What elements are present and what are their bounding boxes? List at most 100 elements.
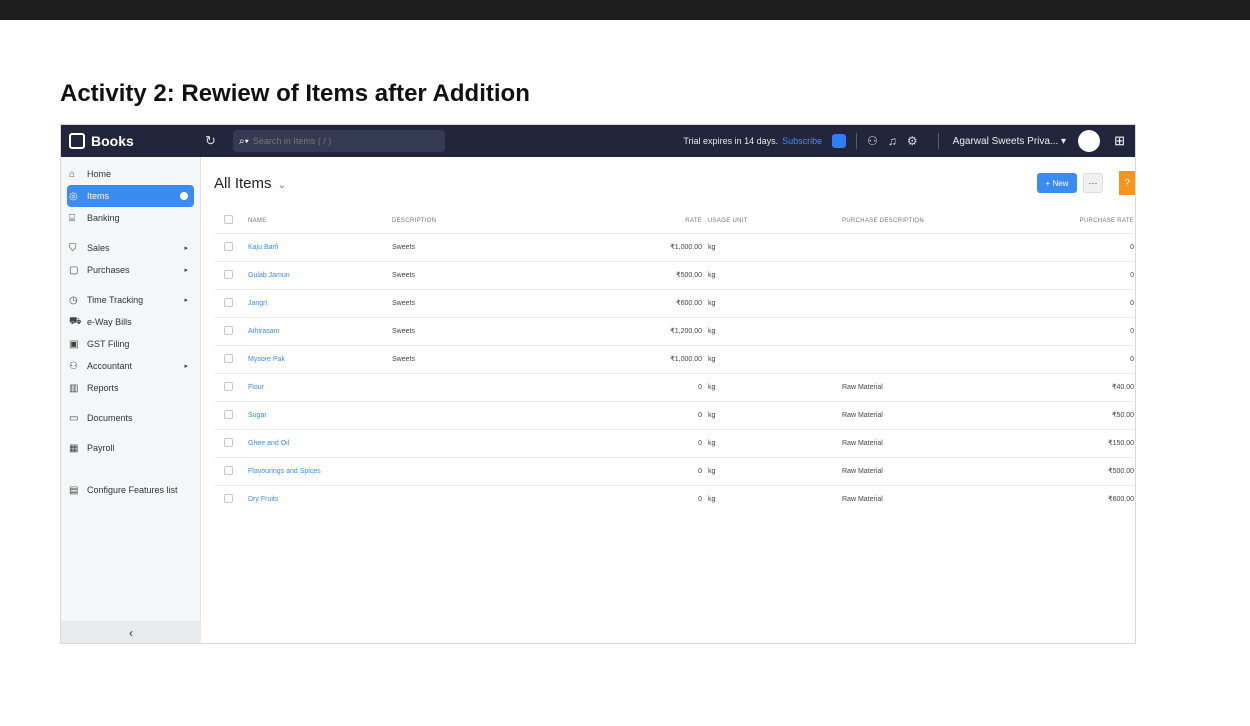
item-name-link[interactable]: Kaju Barfi bbox=[248, 232, 392, 261]
sidebar-item-gst-filing[interactable]: ▣ GST Filing bbox=[61, 333, 200, 355]
row-checkbox[interactable] bbox=[224, 297, 233, 307]
row-select-cell[interactable] bbox=[214, 484, 248, 513]
sidebar-item-sales[interactable]: ⛉ Sales ▸ bbox=[61, 237, 200, 259]
item-name-link[interactable]: Ghee and Oil bbox=[248, 428, 392, 457]
select-all-checkbox[interactable] bbox=[224, 215, 233, 225]
subscribe-link[interactable]: Subscribe bbox=[782, 136, 822, 146]
brand-name: Books bbox=[91, 133, 134, 149]
collapse-sidebar-button[interactable]: ‹ bbox=[61, 621, 201, 643]
column-header-name[interactable]: NAME bbox=[248, 209, 392, 233]
item-description bbox=[392, 484, 542, 513]
sidebar-item-purchases[interactable]: ▢ Purchases ▸ bbox=[61, 259, 200, 281]
sidebar-item-reports[interactable]: ▥ Reports bbox=[61, 377, 200, 399]
sidebar-item-label: GST Filing bbox=[87, 339, 130, 349]
sidebar-item-documents[interactable]: ▭ Documents bbox=[61, 407, 200, 429]
organization-switcher[interactable]: Agarwal Sweets Priva... ▾ bbox=[953, 136, 1066, 147]
item-name-link[interactable]: Sugar bbox=[248, 400, 392, 429]
item-name-link[interactable]: Flour bbox=[248, 372, 392, 401]
item-name-link[interactable]: Mysore Pak bbox=[248, 344, 392, 373]
table-row[interactable]: Mysore Pak Sweets ₹1,000.00 kg 0 bbox=[214, 344, 1134, 373]
header-divider bbox=[937, 133, 939, 149]
row-checkbox[interactable] bbox=[224, 269, 233, 279]
sidebar-item-label: Documents bbox=[87, 413, 133, 423]
column-header-usage-unit[interactable]: USAGE UNIT bbox=[702, 209, 842, 233]
row-checkbox[interactable] bbox=[224, 241, 233, 251]
select-all-header[interactable] bbox=[214, 209, 248, 233]
column-header-rate[interactable]: RATE bbox=[542, 209, 702, 233]
item-description: Sweets bbox=[392, 232, 542, 261]
search-input[interactable] bbox=[252, 136, 413, 146]
row-select-cell[interactable] bbox=[214, 316, 248, 345]
sidebar-item-items[interactable]: ◎ Items bbox=[67, 185, 194, 207]
more-options-button[interactable]: ··· bbox=[1083, 173, 1103, 193]
item-usage-unit: kg bbox=[702, 456, 842, 485]
row-select-cell[interactable] bbox=[214, 428, 248, 457]
brand[interactable]: Books bbox=[61, 133, 201, 149]
row-select-cell[interactable] bbox=[214, 232, 248, 261]
item-purchase-description: Raw Material bbox=[842, 372, 1002, 401]
sidebar-item-label: e-Way Bills bbox=[87, 317, 132, 327]
column-header-purchase-rate[interactable]: PURCHASE RATE bbox=[1002, 209, 1134, 233]
row-checkbox[interactable] bbox=[224, 325, 233, 335]
search-icon[interactable]: ⌕▾ bbox=[239, 136, 249, 147]
row-checkbox[interactable] bbox=[224, 465, 233, 475]
item-purchase-rate: ₹600.00 bbox=[1002, 484, 1134, 513]
row-select-cell[interactable] bbox=[214, 456, 248, 485]
item-rate: ₹1,000.00 bbox=[542, 344, 702, 373]
gear-icon[interactable]: ⚙ bbox=[907, 134, 918, 148]
refresh-icon[interactable]: ↻ bbox=[205, 133, 225, 149]
settings-dot-icon[interactable] bbox=[180, 192, 188, 200]
table-row[interactable]: Kaju Barfi Sweets ₹1,000.00 kg 0 bbox=[214, 232, 1134, 261]
table-row[interactable]: Dry Fruits 0 kg Raw Material ₹600.00 bbox=[214, 484, 1134, 513]
table-row[interactable]: Flour 0 kg Raw Material ₹40.00 bbox=[214, 372, 1134, 401]
item-purchase-rate: ₹40.00 bbox=[1002, 372, 1134, 401]
item-rate: 0 bbox=[542, 372, 702, 401]
sidebar-item-home[interactable]: ⌂ Home bbox=[61, 163, 200, 185]
sidebar-item-configure-features[interactable]: ▤ Configure Features list bbox=[61, 479, 200, 501]
item-rate: 0 bbox=[542, 484, 702, 513]
help-button[interactable]: ? bbox=[1119, 171, 1135, 195]
row-checkbox[interactable] bbox=[224, 437, 233, 447]
row-checkbox[interactable] bbox=[224, 381, 233, 391]
row-select-cell[interactable] bbox=[214, 372, 248, 401]
row-select-cell[interactable] bbox=[214, 288, 248, 317]
row-select-cell[interactable] bbox=[214, 344, 248, 373]
new-item-button[interactable]: + New bbox=[1037, 173, 1077, 193]
table-row[interactable]: Sugar 0 kg Raw Material ₹50.00 bbox=[214, 400, 1134, 429]
column-header-purchase-description[interactable]: PURCHASE DESCRIPTION bbox=[842, 209, 1002, 233]
sidebar-item-banking[interactable]: ⌸ Banking bbox=[61, 207, 200, 229]
sidebar-item-accountant[interactable]: ⚇ Accountant ▸ bbox=[61, 355, 200, 377]
table-row[interactable]: Jangri Sweets ₹600.00 kg 0 bbox=[214, 288, 1134, 317]
row-checkbox[interactable] bbox=[224, 493, 233, 503]
table-row[interactable]: Athirasam Sweets ₹1,200.00 kg 0 bbox=[214, 316, 1134, 345]
item-description: Sweets bbox=[392, 344, 542, 373]
item-name-link[interactable]: Jangri bbox=[248, 288, 392, 317]
item-name-link[interactable]: Flavourings and Spices bbox=[248, 456, 392, 485]
item-name-link[interactable]: Dry Fruits bbox=[248, 484, 392, 513]
page-title[interactable]: All Items ⌄ bbox=[214, 175, 286, 192]
sidebar-item-eway-bills[interactable]: ⛟ e-Way Bills bbox=[61, 311, 200, 333]
item-name-link[interactable]: Athirasam bbox=[248, 316, 392, 345]
sidebar-item-time-tracking[interactable]: ◷ Time Tracking ▸ bbox=[61, 289, 200, 311]
row-select-cell[interactable] bbox=[214, 400, 248, 429]
row-checkbox[interactable] bbox=[224, 409, 233, 419]
table-row[interactable]: Flavourings and Spices 0 kg Raw Material ₹50… bbox=[214, 456, 1134, 485]
table-row[interactable]: Ghee and Oil 0 kg Raw Material ₹150.00 bbox=[214, 428, 1134, 457]
sidebar-item-payroll[interactable]: ▦ Payroll bbox=[61, 437, 200, 459]
row-checkbox[interactable] bbox=[224, 353, 233, 363]
bank-icon: ⌸ bbox=[69, 212, 75, 224]
bell-icon[interactable]: ♫ bbox=[888, 134, 897, 148]
item-name-link[interactable]: Gulab Jamun bbox=[248, 260, 392, 289]
row-select-cell[interactable] bbox=[214, 260, 248, 289]
apps-icon[interactable]: ⊞ bbox=[1114, 133, 1125, 149]
table-row[interactable]: Gulab Jamun Sweets ₹500.00 kg 0 bbox=[214, 260, 1134, 289]
avatar[interactable] bbox=[1078, 130, 1101, 152]
search-box[interactable]: ⌕▾ bbox=[233, 130, 445, 152]
user-icon[interactable]: ⚇ bbox=[867, 134, 878, 148]
notification-badge-icon[interactable] bbox=[832, 134, 847, 148]
chevron-down-icon: ⌄ bbox=[277, 180, 287, 191]
sidebar-item-label: Time Tracking bbox=[87, 295, 144, 305]
accountant-icon: ⚇ bbox=[69, 360, 78, 372]
chevron-right-icon: ▸ bbox=[184, 267, 188, 274]
column-header-description[interactable]: DESCRIPTION bbox=[392, 209, 542, 233]
